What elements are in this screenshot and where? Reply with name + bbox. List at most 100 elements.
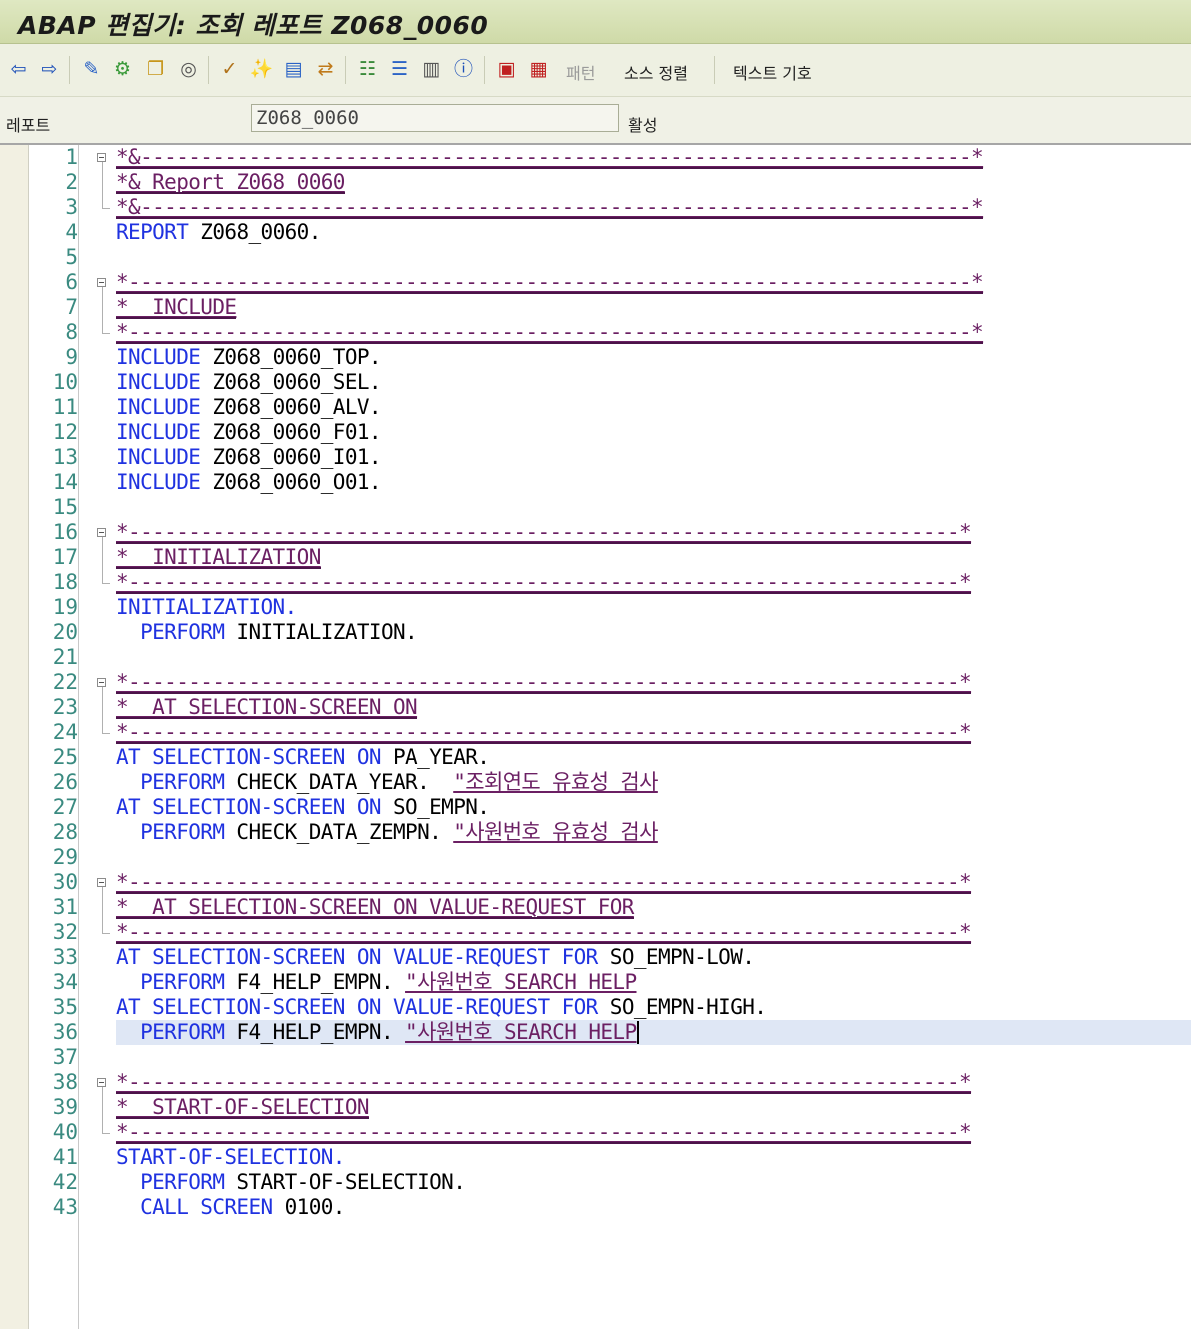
code-line[interactable]: START-OF-SELECTION.	[116, 1145, 345, 1170]
code-line[interactable]: INCLUDE Z068_0060_ALV.	[116, 395, 382, 420]
code-line[interactable]: INCLUDE Z068_0060_O01.	[116, 470, 382, 495]
fold-toggle-icon[interactable]	[97, 153, 106, 162]
info-icon[interactable]: ⓘ	[451, 57, 476, 82]
fold-guide	[102, 687, 103, 733]
code-line[interactable]: AT SELECTION-SCREEN ON VALUE-REQUEST FOR…	[116, 995, 767, 1020]
comment-underline	[116, 192, 345, 194]
code-token: PA_YEAR.	[380, 745, 490, 769]
text-cursor	[636, 1021, 639, 1044]
code-line[interactable]: PERFORM CHECK_DATA_ZEMPN. "사원번호 유효성 검사	[116, 820, 658, 845]
toolbar-separator	[208, 56, 209, 84]
window-title: ABAP 편집기: 조회 레포트 Z068_0060	[18, 11, 489, 40]
fold-guide-end	[102, 1133, 110, 1134]
keyword-token: INCLUDE	[116, 420, 201, 444]
line-number: 1	[65, 145, 78, 169]
activate-icon[interactable]: ✨	[249, 57, 274, 82]
line-number: 28	[52, 820, 78, 844]
pretty-printer-button[interactable]: 소스 정렬	[624, 60, 688, 84]
comment-token: * INCLUDE	[116, 295, 237, 319]
fold-guide-end	[102, 583, 110, 584]
check-icon[interactable]: ✓	[217, 57, 242, 82]
forward-arrow-icon[interactable]: ⇨	[37, 57, 62, 82]
code-line[interactable]: PERFORM INITIALIZATION.	[116, 620, 418, 645]
text-elements-button[interactable]: 텍스트 기호	[733, 60, 812, 84]
comment-token: *---------------------------------------…	[116, 670, 972, 694]
keyword-token: AT SELECTION-SCREEN ON VALUE-REQUEST FOR	[116, 945, 598, 969]
fold-guide	[102, 162, 103, 208]
line-number: 22	[52, 670, 78, 694]
line-number: 30	[52, 870, 78, 894]
back-arrow-icon[interactable]: ⇦	[6, 57, 31, 82]
comment-token: *& Report Z068_0060	[116, 170, 345, 194]
code-editor[interactable]: 1 2 3 4 5 6 7 8 9 10 11 12 13 14 15 16 17 18 19 20 21 22 23 24 2…	[0, 143, 1191, 1329]
code-line[interactable]: INCLUDE Z068_0060_I01.	[116, 445, 382, 470]
line-number: 10	[52, 370, 78, 394]
session-breakpoint-icon[interactable]: ▦	[526, 57, 551, 82]
keyword-token: INCLUDE	[116, 445, 201, 469]
code-token: F4_HELP_EMPN.	[224, 1020, 406, 1044]
code-token: Z068_0060.	[188, 220, 321, 244]
navigation-icon[interactable]: ☰	[387, 57, 412, 82]
enhancement-icon[interactable]: ▥	[419, 57, 444, 82]
fold-toggle-icon[interactable]	[97, 678, 106, 687]
fold-guide	[102, 887, 103, 933]
toolbar-separator	[484, 56, 485, 84]
comment-token: * AT SELECTION-SCREEN ON VALUE-REQUEST F…	[116, 895, 634, 919]
code-token: CHECK_DATA_ZEMPN.	[224, 820, 454, 844]
active-inactive-icon[interactable]: ⚙	[110, 57, 135, 82]
code-line[interactable]: PERFORM CHECK_DATA_YEAR. "조회연도 유효성 검사	[116, 770, 658, 795]
code-line[interactable]: PERFORM START-OF-SELECTION.	[116, 1170, 466, 1195]
report-name-field[interactable]	[251, 104, 619, 132]
toolbar-separator	[714, 56, 715, 84]
comment-token: "사원번호 유효성 검사	[453, 820, 658, 844]
line-number: 12	[52, 420, 78, 444]
fold-toggle-icon[interactable]	[97, 278, 106, 287]
fold-guide	[102, 287, 103, 333]
object-list-icon[interactable]: ☷	[355, 57, 380, 82]
display-change-icon[interactable]: ✎	[79, 57, 104, 82]
fold-guide	[102, 537, 103, 583]
line-number: 21	[52, 645, 78, 669]
code-token: START-OF-SELECTION.	[224, 1170, 466, 1194]
code-token: CHECK_DATA_YEAR.	[224, 770, 454, 794]
report-field-bar: 레포트 활성	[0, 97, 1191, 143]
comment-underline	[116, 692, 972, 694]
code-line[interactable]: INCLUDE Z068_0060_F01.	[116, 420, 382, 445]
comment-underline	[116, 1142, 972, 1144]
fold-guide-end	[102, 733, 110, 734]
pattern-button[interactable]: 패턴	[566, 60, 595, 84]
line-number: 37	[52, 1045, 78, 1069]
code-token: SO_EMPN.	[380, 795, 490, 819]
keyword-token: INCLUDE	[116, 345, 201, 369]
keyword-token: PERFORM	[116, 770, 225, 794]
other-object-icon[interactable]: ❐	[143, 57, 168, 82]
line-number: 33	[52, 945, 78, 969]
test-icon[interactable]: ▤	[281, 57, 306, 82]
keyword-token: AT SELECTION-SCREEN ON	[116, 795, 382, 819]
comment-underline	[116, 892, 972, 894]
line-number: 11	[52, 395, 78, 419]
code-line[interactable]: AT SELECTION-SCREEN ON VALUE-REQUEST FOR…	[116, 945, 755, 970]
code-line[interactable]: INCLUDE Z068_0060_SEL.	[116, 370, 382, 395]
line-number: 16	[52, 520, 78, 544]
code-line[interactable]: AT SELECTION-SCREEN ON SO_EMPN.	[116, 795, 490, 820]
code-line[interactable]: REPORT Z068_0060.	[116, 220, 321, 245]
fold-toggle-icon[interactable]	[97, 1078, 106, 1087]
code-line[interactable]: INITIALIZATION.	[116, 595, 297, 620]
comment-token: *---------------------------------------…	[116, 720, 972, 744]
code-line[interactable]: CALL SCREEN 0100.	[116, 1195, 345, 1220]
fold-toggle-icon[interactable]	[97, 528, 106, 537]
comment-token: *---------------------------------------…	[116, 920, 972, 944]
code-line[interactable]: INCLUDE Z068_0060_TOP.	[116, 345, 382, 370]
code-line[interactable]: PERFORM F4_HELP_EMPN. "사원번호 SEARCH HELP	[116, 970, 637, 995]
line-number: 14	[52, 470, 78, 494]
where-used-list-icon[interactable]: ⇄	[313, 57, 338, 82]
fold-toggle-icon[interactable]	[97, 878, 106, 887]
breakpoint-icon[interactable]: ▣	[494, 57, 519, 82]
code-line[interactable]: AT SELECTION-SCREEN ON PA_YEAR.	[116, 745, 490, 770]
gutter-separator	[78, 145, 79, 1329]
keyword-token: PERFORM	[116, 1020, 225, 1044]
where-used-icon[interactable]: ◎	[176, 57, 201, 82]
code-line[interactable]: PERFORM F4_HELP_EMPN. "사원번호 SEARCH HELP	[116, 1020, 637, 1045]
comment-underline	[116, 567, 321, 569]
